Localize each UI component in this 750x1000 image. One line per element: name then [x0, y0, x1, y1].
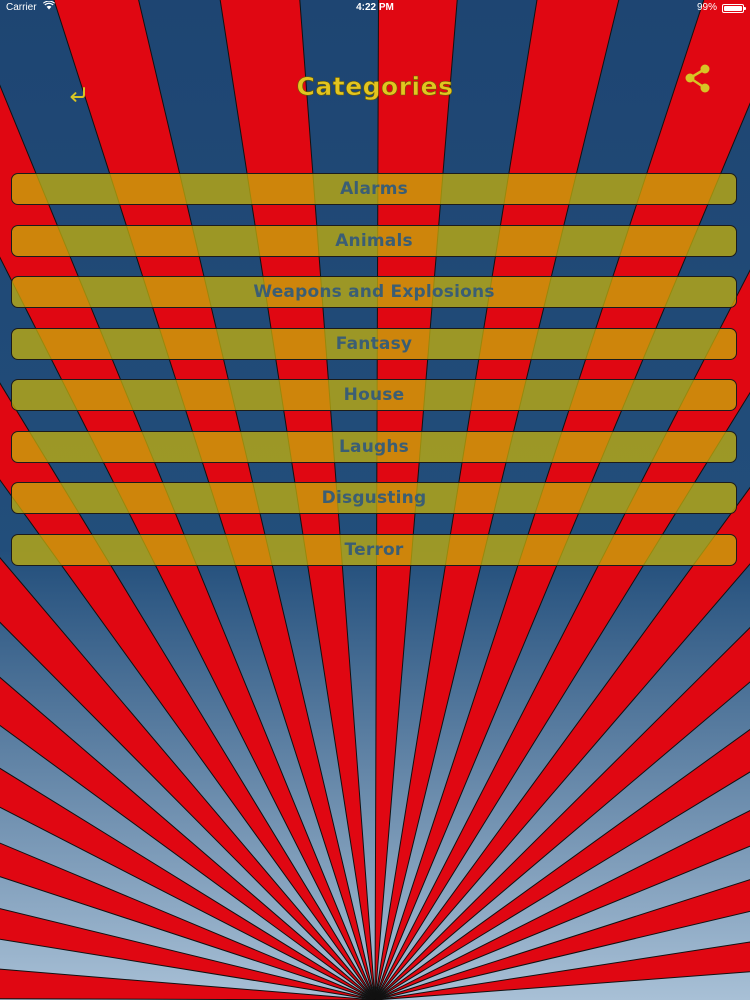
category-label: Fantasy	[335, 333, 413, 354]
category-button-weapons-and-explosions[interactable]: Weapons and Explosions	[11, 276, 737, 308]
battery-percent: 99%	[696, 2, 717, 13]
category-button-disgusting[interactable]: Disgusting	[11, 482, 737, 514]
category-button-alarms[interactable]: Alarms	[11, 173, 737, 205]
category-label: Animals	[335, 230, 413, 251]
battery-level-fill	[724, 5, 742, 11]
category-button-house[interactable]: House	[11, 379, 737, 411]
category-label: Weapons and Explosions	[253, 282, 495, 302]
category-label: Alarms	[340, 179, 408, 199]
share-icon	[681, 61, 715, 99]
battery-icon	[722, 3, 746, 13]
category-button-terror[interactable]: Terror	[11, 533, 737, 566]
category-button-animals[interactable]: Animals	[11, 224, 737, 257]
category-label: Terror	[344, 539, 404, 560]
category-button-fantasy[interactable]: Fantasy	[11, 327, 737, 360]
category-label: Disgusting	[321, 488, 427, 508]
category-label: House	[343, 385, 405, 405]
status-time: 4:22 PM	[356, 2, 394, 13]
nav-bar: Categories	[0, 60, 750, 130]
page-title: Categories	[296, 72, 454, 102]
category-button-laughs[interactable]: Laughs	[11, 430, 737, 463]
status-right: 99%	[696, 0, 746, 16]
category-label: Laughs	[339, 436, 409, 457]
share-button[interactable]	[676, 60, 720, 100]
status-bar: Carrier 4:22 PM 99%	[0, 0, 750, 16]
